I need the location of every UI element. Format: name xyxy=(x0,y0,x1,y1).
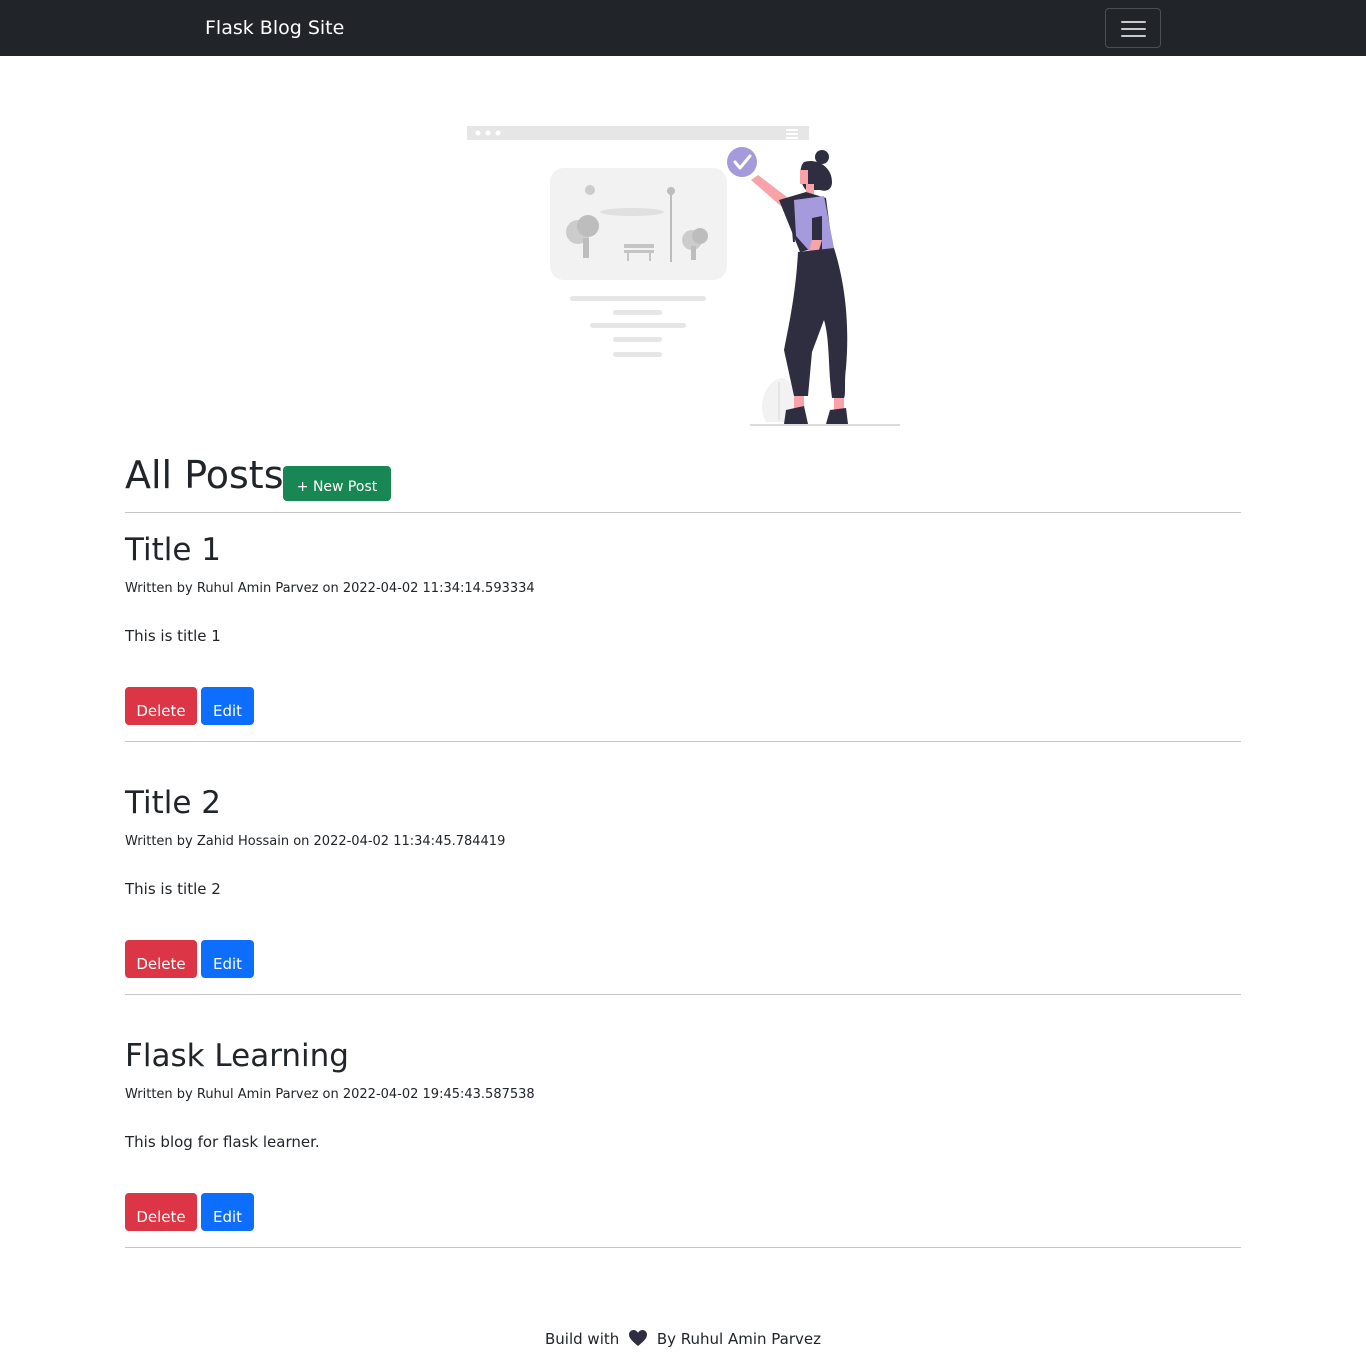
post-card: Title 2 Written by Zahid Hossain on 2022… xyxy=(125,783,1241,983)
delete-button[interactable]: Delete xyxy=(125,1193,197,1231)
post-body: This blog for flask learner. xyxy=(125,1133,320,1151)
divider xyxy=(125,512,1241,513)
post-body: This is title 1 xyxy=(125,627,221,645)
delete-button[interactable]: Delete xyxy=(125,940,197,978)
heart-icon xyxy=(629,1330,648,1346)
post-card: Title 1 Written by Ruhul Amin Parvez on … xyxy=(125,530,1241,730)
woman-pointing-at-webpage-illustration xyxy=(467,126,900,426)
new-post-button[interactable]: + New Post xyxy=(283,466,391,501)
divider xyxy=(125,994,1241,995)
hamburger-menu-icon xyxy=(1121,21,1146,23)
divider xyxy=(125,1247,1241,1248)
post-title: Flask Learning xyxy=(125,1038,349,1074)
post-title: Title 2 xyxy=(125,785,222,821)
navbar-toggler-button[interactable] xyxy=(1105,8,1161,48)
post-body: This is title 2 xyxy=(125,880,221,898)
divider xyxy=(125,741,1241,742)
edit-button[interactable]: Edit xyxy=(201,940,254,978)
footer: Build with By Ruhul Amin Parvez xyxy=(0,1328,1366,1350)
post-meta: Written by Ruhul Amin Parvez on 2022-04-… xyxy=(125,1087,535,1102)
posts-heading-row: All Posts + New Post xyxy=(125,450,1241,506)
hamburger-menu-icon-bar xyxy=(1121,35,1146,37)
delete-button[interactable]: Delete xyxy=(125,687,197,725)
hamburger-menu-icon-bar xyxy=(1121,28,1146,30)
footer-author: By Ruhul Amin Parvez xyxy=(656,1330,821,1348)
post-meta: Written by Ruhul Amin Parvez on 2022-04-… xyxy=(125,581,535,596)
edit-button[interactable]: Edit xyxy=(201,1193,254,1231)
post-card: Flask Learning Written by Ruhul Amin Par… xyxy=(125,1036,1241,1236)
post-meta: Written by Zahid Hossain on 2022-04-02 1… xyxy=(125,834,506,849)
footer-prefix: Build with xyxy=(545,1330,620,1348)
page-title: All Posts xyxy=(125,453,284,497)
navbar-brand[interactable]: Flask Blog Site xyxy=(205,15,344,41)
hero-illustration xyxy=(466,120,902,430)
navbar: Flask Blog Site xyxy=(0,0,1366,56)
edit-button[interactable]: Edit xyxy=(201,687,254,725)
post-title: Title 1 xyxy=(125,532,222,568)
